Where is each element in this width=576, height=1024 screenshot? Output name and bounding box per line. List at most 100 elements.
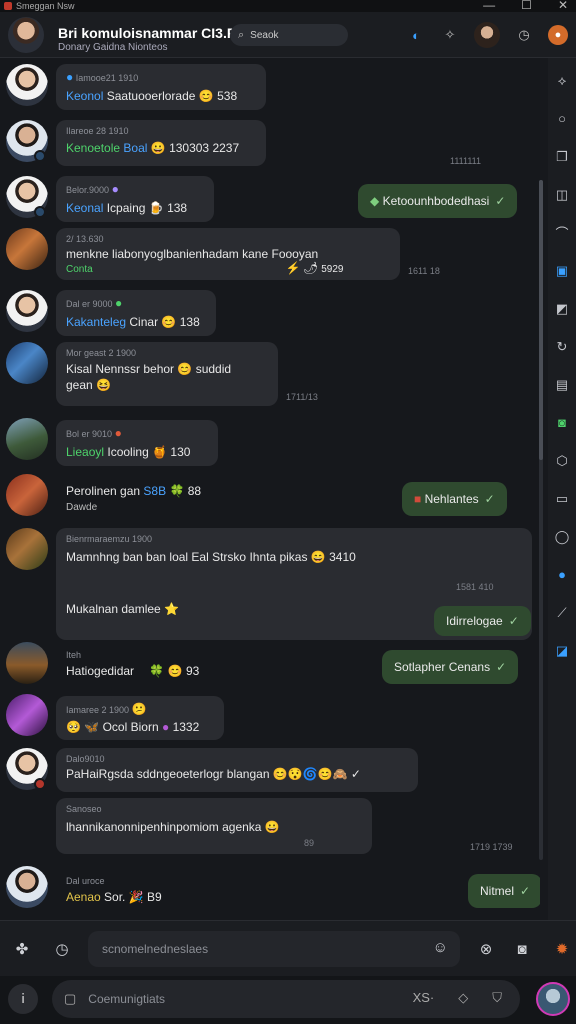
message-bubble[interactable]: Sanoseo lhannikanonnipenhinpomiom agenka…	[56, 798, 372, 854]
sender-avatar[interactable]	[6, 290, 48, 332]
tag-icon[interactable]: ◇	[458, 990, 468, 1006]
sender-avatar[interactable]	[6, 418, 48, 460]
user-avatar[interactable]	[536, 982, 570, 1016]
message-meta: Ilareoe 28 1910	[66, 126, 129, 136]
sender-name[interactable]: Lieaoyl	[66, 445, 104, 459]
bottom-placeholder: Coemunigtiats	[88, 992, 166, 1006]
search-input[interactable]: ⌕ Seaok	[230, 24, 348, 46]
close-circle-icon[interactable]: ⊗	[474, 937, 498, 961]
sender-avatar[interactable]	[6, 474, 48, 516]
clock-icon[interactable]: ◷	[514, 25, 534, 45]
header-actions: ◐ ✧ ◷ ●	[406, 22, 568, 48]
sender-name[interactable]: Kakanteleg	[66, 315, 126, 329]
message-meta: Mor geast 2 1900	[66, 348, 137, 358]
message-bubble[interactable]: Dal uroce Aenao Sor. 🎉 B9	[56, 870, 206, 912]
sticker-icon[interactable]: ☺	[433, 939, 448, 956]
sender-avatar[interactable]	[6, 694, 48, 736]
sender-avatar[interactable]	[6, 342, 48, 384]
sender-avatar[interactable]	[6, 866, 48, 908]
tool-icon-12[interactable]: ▭	[552, 486, 572, 511]
message-meta: Belor.9000 ●	[66, 182, 119, 196]
message-bubble[interactable]: Mor geast 2 1900 Kisal Nennssr behor 😊 s…	[56, 342, 278, 406]
tool-icon-6[interactable]: ▣	[552, 258, 572, 283]
notification-icon[interactable]: ●	[548, 25, 568, 45]
sender-name[interactable]: Aenao	[66, 890, 101, 904]
message-meta: Iteh	[66, 650, 82, 660]
tool-icon-8[interactable]: ↻	[552, 334, 572, 359]
sender-name[interactable]: Keonol	[66, 89, 103, 103]
message-input[interactable]: scnomelnedneslaes ☺	[88, 931, 460, 967]
message-list[interactable]: ● Iamooe21 1910 Keonol Saatuooerlorade 😊…	[0, 58, 540, 920]
tool-icon-1[interactable]: ⟡	[552, 68, 572, 93]
apps-icon[interactable]: ✤	[10, 937, 34, 961]
tool-icon-9[interactable]: ▤	[552, 372, 572, 397]
emoji: ■	[414, 492, 422, 506]
message-bubble[interactable]: Belor.9000 ● Keonal Icpaing 🍺 138	[56, 176, 214, 222]
pin-icon[interactable]: ✧	[440, 25, 460, 45]
message-bubble[interactable]: Iamaree 2 1900 😕 🥺 🦋 Ocol Biorn ● 1332	[56, 696, 224, 740]
tool-icon-10[interactable]: ◙	[552, 410, 572, 435]
message-bubble[interactable]: Ilareoe 28 1910 Kenoetole Boal 😀 130303 …	[56, 120, 266, 166]
shield-icon[interactable]: ⛉	[492, 990, 502, 1006]
chat-title[interactable]: Bri komuloisnammar CI3.R	[58, 25, 237, 41]
sender-avatar[interactable]	[6, 528, 48, 570]
emoji: ◆	[370, 194, 380, 208]
message-bubble[interactable]: Dal er 9000 ● Kakanteleg Cinar 😊 138	[56, 290, 216, 336]
outgoing-message[interactable]: ■ Nehlantes ✓	[402, 482, 507, 516]
camera-icon[interactable]: ◙	[510, 937, 534, 961]
window-title: Smeggan Nsw	[16, 1, 75, 11]
message-bubble[interactable]: ● Iamooe21 1910 Keonol Saatuooerlorade 😊…	[56, 64, 266, 110]
read-check-icon: ✓	[484, 492, 495, 506]
sender-name[interactable]: Conta	[66, 264, 93, 275]
sender-avatar[interactable]	[6, 228, 48, 270]
xs-label[interactable]: XS·	[413, 990, 435, 1006]
tool-icon-16[interactable]: ◪	[552, 638, 572, 663]
window-controls: — ☐ ✕	[483, 0, 568, 12]
message-bubble[interactable]: Bol er 9010 ● Lieaoyl Icooling 🍯 130	[56, 420, 218, 466]
bottom-input[interactable]: ▢ Coemunigtiats XS· ◇ ⛉	[52, 980, 520, 1018]
tool-icon-7[interactable]: ◩	[552, 296, 572, 321]
call-icon[interactable]: ◐	[406, 25, 426, 45]
message-meta: Bol er 9010 ●	[66, 426, 122, 440]
message-bubble[interactable]: Iteh Hatiogedidar 🍀 😊 93	[56, 644, 226, 688]
sender-avatar[interactable]	[6, 642, 48, 684]
tool-icon-2[interactable]: ○	[552, 106, 572, 131]
timestamp: 1711/13	[286, 392, 318, 402]
tool-icon-11[interactable]: ⬡	[552, 448, 572, 473]
message-placeholder: scnomelnedneslaes	[102, 942, 209, 956]
info-icon[interactable]: ⅰ	[8, 984, 38, 1014]
timestamp: 1611 18	[408, 266, 440, 276]
minimize-button[interactable]: —	[483, 0, 495, 12]
status-badge	[34, 150, 46, 162]
outgoing-message[interactable]: Idirrelogae ✓	[434, 606, 531, 636]
message-bubble[interactable]: Perolinen gan S8B 🍀 88 Dawde	[56, 478, 216, 520]
message-bubble[interactable]: 2/ 13.630 menkne liabonyoglbanienhadam k…	[56, 228, 400, 280]
tool-icon-14[interactable]: ●	[552, 562, 572, 587]
outgoing-message[interactable]: Sotlapher Cenans ✓	[382, 650, 519, 684]
outgoing-message[interactable]: Nitmel ✓	[468, 874, 540, 908]
group-avatar[interactable]	[8, 17, 44, 53]
profile-avatar[interactable]	[474, 22, 500, 48]
scrollbar-thumb[interactable]	[539, 180, 543, 460]
tool-icon-15[interactable]: ⟋	[552, 600, 572, 625]
bottom-actions: XS· ◇ ⛉	[413, 990, 502, 1006]
tool-icon-3[interactable]: ❐	[552, 144, 572, 169]
clock-icon[interactable]: ◷	[50, 937, 74, 961]
bottom-bar: ⅰ ▢ Coemunigtiats XS· ◇ ⛉	[0, 976, 576, 1024]
message-bubble[interactable]: Dalo9010 PaHaiRgsda sddngeoeterlogr blan…	[56, 748, 418, 792]
message-meta: Dal uroce	[66, 876, 105, 886]
tool-icon-4[interactable]: ◫	[552, 182, 572, 207]
sender-name[interactable]: Keonal	[66, 201, 103, 215]
tool-icon-5[interactable]: ⌒	[552, 220, 572, 245]
maximize-button[interactable]: ☐	[521, 0, 532, 12]
fire-icon[interactable]: ✹	[550, 937, 574, 961]
outgoing-message[interactable]: ◆ Ketoounhbodedhasi ✓	[358, 184, 518, 218]
sender-avatar[interactable]	[6, 64, 48, 106]
sender-name[interactable]: S8B	[143, 484, 166, 498]
sender-name[interactable]: PaHaiRgsda	[66, 767, 133, 781]
close-button[interactable]: ✕	[558, 0, 568, 12]
timestamp: 89	[304, 838, 315, 848]
tool-icon-13[interactable]: ◯	[552, 524, 572, 549]
status-badge	[34, 206, 46, 218]
sender-name[interactable]: Kenoetole	[66, 141, 120, 155]
